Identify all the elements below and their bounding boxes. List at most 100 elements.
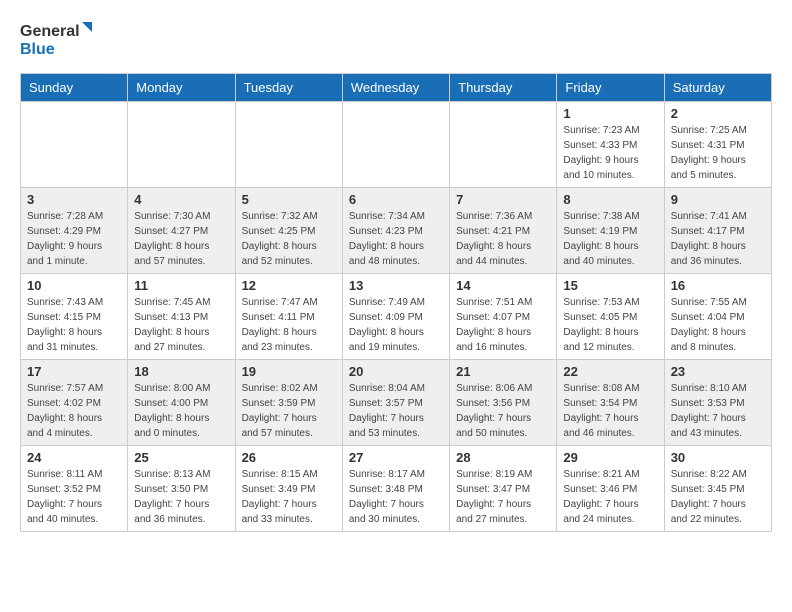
day-info: Sunrise: 7:38 AM Sunset: 4:19 PM Dayligh…: [563, 209, 657, 269]
calendar-cell: 26 Sunrise: 8:15 AM Sunset: 3:49 PM Dayli…: [235, 446, 342, 532]
day-info: Sunrise: 8:04 AM Sunset: 3:57 PM Dayligh…: [349, 381, 443, 441]
calendar-cell: 30 Sunrise: 8:22 AM Sunset: 3:45 PM Dayli…: [664, 446, 771, 532]
day-info: Sunrise: 7:57 AM Sunset: 4:02 PM Dayligh…: [27, 381, 121, 441]
day-info: Sunrise: 7:30 AM Sunset: 4:27 PM Dayligh…: [134, 209, 228, 269]
calendar-cell: 12 Sunrise: 7:47 AM Sunset: 4:11 PM Dayli…: [235, 274, 342, 360]
day-info: Sunrise: 7:47 AM Sunset: 4:11 PM Dayligh…: [242, 295, 336, 355]
day-number: 10: [27, 278, 121, 293]
day-info: Sunrise: 7:41 AM Sunset: 4:17 PM Dayligh…: [671, 209, 765, 269]
calendar-cell: 15 Sunrise: 7:53 AM Sunset: 4:05 PM Dayli…: [557, 274, 664, 360]
calendar-cell: 9 Sunrise: 7:41 AM Sunset: 4:17 PM Daylig…: [664, 188, 771, 274]
day-info: Sunrise: 8:08 AM Sunset: 3:54 PM Dayligh…: [563, 381, 657, 441]
day-number: 30: [671, 450, 765, 465]
calendar-cell: 18 Sunrise: 8:00 AM Sunset: 4:00 PM Dayli…: [128, 360, 235, 446]
calendar-cell: 3 Sunrise: 7:28 AM Sunset: 4:29 PM Daylig…: [21, 188, 128, 274]
day-info: Sunrise: 7:34 AM Sunset: 4:23 PM Dayligh…: [349, 209, 443, 269]
day-info: Sunrise: 8:10 AM Sunset: 3:53 PM Dayligh…: [671, 381, 765, 441]
day-number: 2: [671, 106, 765, 121]
col-header-friday: Friday: [557, 74, 664, 102]
day-info: Sunrise: 8:17 AM Sunset: 3:48 PM Dayligh…: [349, 467, 443, 527]
day-info: Sunrise: 7:23 AM Sunset: 4:33 PM Dayligh…: [563, 123, 657, 183]
day-info: Sunrise: 8:15 AM Sunset: 3:49 PM Dayligh…: [242, 467, 336, 527]
day-number: 3: [27, 192, 121, 207]
calendar-cell: [21, 102, 128, 188]
calendar-cell: 10 Sunrise: 7:43 AM Sunset: 4:15 PM Dayli…: [21, 274, 128, 360]
day-info: Sunrise: 8:02 AM Sunset: 3:59 PM Dayligh…: [242, 381, 336, 441]
calendar-cell: 25 Sunrise: 8:13 AM Sunset: 3:50 PM Dayli…: [128, 446, 235, 532]
day-number: 9: [671, 192, 765, 207]
day-number: 1: [563, 106, 657, 121]
calendar-cell: 11Sunrise: 7:45 AM Sunset: 4:13 PM Dayli…: [128, 274, 235, 360]
calendar-cell: 24 Sunrise: 8:11 AM Sunset: 3:52 PM Dayli…: [21, 446, 128, 532]
day-number: 16: [671, 278, 765, 293]
day-info: Sunrise: 7:25 AM Sunset: 4:31 PM Dayligh…: [671, 123, 765, 183]
calendar-cell: [342, 102, 449, 188]
col-header-saturday: Saturday: [664, 74, 771, 102]
day-number: 26: [242, 450, 336, 465]
day-number: 5: [242, 192, 336, 207]
day-info: Sunrise: 7:32 AM Sunset: 4:25 PM Dayligh…: [242, 209, 336, 269]
col-header-monday: Monday: [128, 74, 235, 102]
col-header-tuesday: Tuesday: [235, 74, 342, 102]
day-info: Sunrise: 7:51 AM Sunset: 4:07 PM Dayligh…: [456, 295, 550, 355]
calendar-cell: 8 Sunrise: 7:38 AM Sunset: 4:19 PM Daylig…: [557, 188, 664, 274]
day-number: 27: [349, 450, 443, 465]
calendar-cell: 4 Sunrise: 7:30 AM Sunset: 4:27 PM Daylig…: [128, 188, 235, 274]
day-info: Sunrise: 8:21 AM Sunset: 3:46 PM Dayligh…: [563, 467, 657, 527]
calendar-cell: 21 Sunrise: 8:06 AM Sunset: 3:56 PM Dayli…: [450, 360, 557, 446]
day-number: 15: [563, 278, 657, 293]
calendar-cell: 28 Sunrise: 8:19 AM Sunset: 3:47 PM Dayli…: [450, 446, 557, 532]
calendar-cell: 29 Sunrise: 8:21 AM Sunset: 3:46 PM Dayli…: [557, 446, 664, 532]
col-header-wednesday: Wednesday: [342, 74, 449, 102]
day-info: Sunrise: 8:11 AM Sunset: 3:52 PM Dayligh…: [27, 467, 121, 527]
calendar-cell: 27 Sunrise: 8:17 AM Sunset: 3:48 PM Dayli…: [342, 446, 449, 532]
svg-text:Blue: Blue: [20, 41, 55, 58]
day-info: Sunrise: 8:19 AM Sunset: 3:47 PM Dayligh…: [456, 467, 550, 527]
day-info: Sunrise: 8:06 AM Sunset: 3:56 PM Dayligh…: [456, 381, 550, 441]
day-number: 14: [456, 278, 550, 293]
logo: General Blue: [20, 16, 100, 61]
day-number: 22: [563, 364, 657, 379]
calendar-cell: [128, 102, 235, 188]
day-number: 21: [456, 364, 550, 379]
calendar-cell: 22 Sunrise: 8:08 AM Sunset: 3:54 PM Dayli…: [557, 360, 664, 446]
day-info: Sunrise: 7:36 AM Sunset: 4:21 PM Dayligh…: [456, 209, 550, 269]
day-info: Sunrise: 7:43 AM Sunset: 4:15 PM Dayligh…: [27, 295, 121, 355]
calendar-cell: 13 Sunrise: 7:49 AM Sunset: 4:09 PM Dayli…: [342, 274, 449, 360]
day-info: Sunrise: 7:53 AM Sunset: 4:05 PM Dayligh…: [563, 295, 657, 355]
day-number: 4: [134, 192, 228, 207]
calendar-cell: 2 Sunrise: 7:25 AM Sunset: 4:31 PM Daylig…: [664, 102, 771, 188]
col-header-thursday: Thursday: [450, 74, 557, 102]
day-info: Sunrise: 7:49 AM Sunset: 4:09 PM Dayligh…: [349, 295, 443, 355]
day-number: 17: [27, 364, 121, 379]
day-number: 28: [456, 450, 550, 465]
day-info: Sunrise: 8:00 AM Sunset: 4:00 PM Dayligh…: [134, 381, 228, 441]
calendar: SundayMondayTuesdayWednesdayThursdayFrid…: [20, 73, 772, 532]
day-number: 29: [563, 450, 657, 465]
day-info: Sunrise: 7:55 AM Sunset: 4:04 PM Dayligh…: [671, 295, 765, 355]
calendar-cell: 5 Sunrise: 7:32 AM Sunset: 4:25 PM Daylig…: [235, 188, 342, 274]
calendar-cell: [235, 102, 342, 188]
calendar-cell: 1 Sunrise: 7:23 AM Sunset: 4:33 PM Daylig…: [557, 102, 664, 188]
day-number: 25: [134, 450, 228, 465]
day-number: 8: [563, 192, 657, 207]
calendar-cell: 19Sunrise: 8:02 AM Sunset: 3:59 PM Dayli…: [235, 360, 342, 446]
calendar-cell: 20Sunrise: 8:04 AM Sunset: 3:57 PM Dayli…: [342, 360, 449, 446]
calendar-cell: 6 Sunrise: 7:34 AM Sunset: 4:23 PM Daylig…: [342, 188, 449, 274]
day-number: 11: [134, 278, 228, 293]
calendar-cell: 17 Sunrise: 7:57 AM Sunset: 4:02 PM Dayli…: [21, 360, 128, 446]
day-number: 18: [134, 364, 228, 379]
day-number: 24: [27, 450, 121, 465]
day-number: 7: [456, 192, 550, 207]
calendar-cell: 23 Sunrise: 8:10 AM Sunset: 3:53 PM Dayli…: [664, 360, 771, 446]
day-info: Sunrise: 7:28 AM Sunset: 4:29 PM Dayligh…: [27, 209, 121, 269]
day-info: Sunrise: 8:22 AM Sunset: 3:45 PM Dayligh…: [671, 467, 765, 527]
day-number: 6: [349, 192, 443, 207]
calendar-cell: 14 Sunrise: 7:51 AM Sunset: 4:07 PM Dayli…: [450, 274, 557, 360]
day-info: Sunrise: 8:13 AM Sunset: 3:50 PM Dayligh…: [134, 467, 228, 527]
svg-text:General: General: [20, 23, 80, 40]
col-header-sunday: Sunday: [21, 74, 128, 102]
day-number: 12: [242, 278, 336, 293]
day-number: 13: [349, 278, 443, 293]
day-number: 23: [671, 364, 765, 379]
